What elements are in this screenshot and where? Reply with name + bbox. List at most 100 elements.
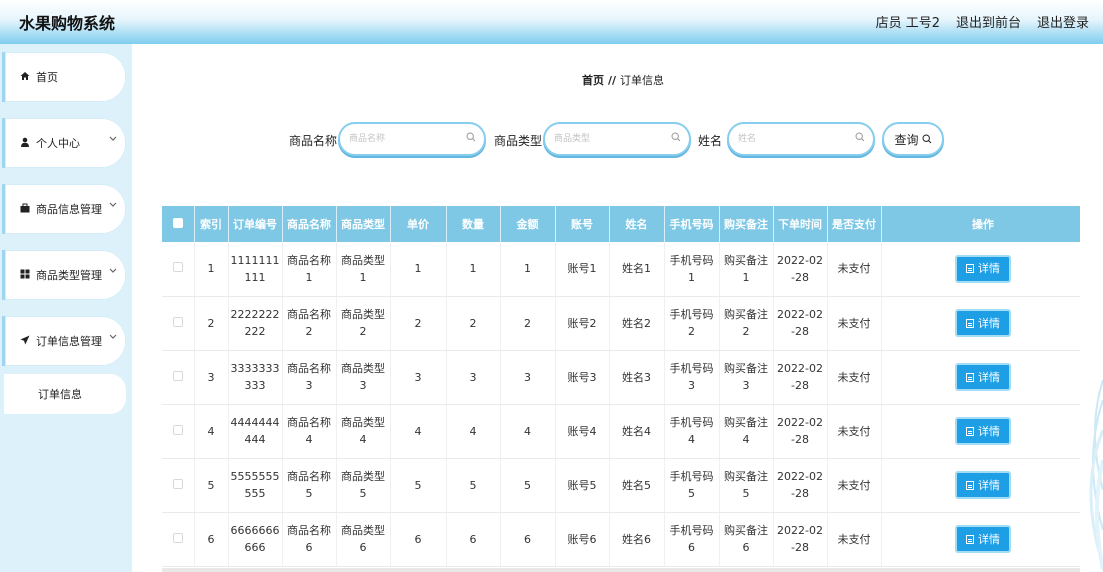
table-cell: 未支付 — [827, 350, 882, 405]
order-number: 666 — [244, 541, 266, 554]
product-name: 商品名称 — [287, 470, 331, 483]
order-time: 2022-02 — [777, 308, 823, 321]
detail-button[interactable]: 详情 — [955, 417, 1011, 445]
person-name-input[interactable] — [738, 130, 848, 148]
table-cell — [162, 296, 195, 351]
sidebar-item-order-info[interactable]: 订单信息管理 — [2, 316, 126, 366]
row-checkbox[interactable] — [172, 478, 183, 489]
table-cell: 2 — [446, 296, 501, 351]
table-cell: 姓名2 — [609, 296, 665, 351]
quantity: 3 — [469, 370, 477, 384]
sidebar-item-product-info[interactable]: 商品信息管理 — [2, 184, 126, 234]
table-cell: 未支付 — [827, 296, 882, 351]
product-name: 商品名称 — [287, 308, 331, 321]
table-cell: 商品类型 6 — [336, 512, 391, 567]
phone-number: 1 — [688, 270, 695, 284]
breadcrumb-home[interactable]: 首页 — [582, 74, 604, 87]
table-cell: 2022-02 -28 — [773, 350, 828, 405]
select-all-checkbox[interactable] — [172, 217, 183, 228]
row-index: 3 — [207, 370, 215, 384]
home-icon — [19, 71, 31, 84]
sidebar-item-label: 首页 — [36, 71, 58, 84]
sidebar-item-home[interactable]: 首页 — [2, 52, 126, 102]
product-type-label: 商品类型 — [494, 134, 543, 148]
unit-price: 1 — [414, 262, 422, 276]
product-type: 商品类型 — [341, 253, 385, 267]
table-cell: 5 — [446, 458, 501, 513]
detail-button[interactable]: 详情 — [955, 363, 1011, 391]
table-cell: 2022-02 -28 — [773, 404, 828, 459]
table-cell: 详情 — [881, 296, 1080, 351]
row-checkbox[interactable] — [172, 370, 183, 381]
table-cell: 1 — [194, 242, 229, 297]
sidebar-item-product-type[interactable]: 商品类型管理 — [2, 250, 126, 300]
chevron-down-icon — [109, 135, 117, 145]
column-header: 操作 — [881, 206, 1080, 242]
account: 账号2 — [567, 316, 597, 330]
table-cell: 未支付 — [827, 404, 882, 459]
product-name: 3 — [305, 379, 313, 392]
row-checkbox[interactable] — [172, 532, 183, 543]
column-header: 数量 — [446, 206, 501, 242]
quantity: 6 — [469, 532, 477, 546]
app-title: 水果购物系统 — [19, 14, 116, 33]
order-time: -28 — [791, 270, 809, 284]
table-cell: 姓名1 — [609, 242, 665, 297]
table-cell: 3 — [446, 350, 501, 405]
table-cell: 手机号码 3 — [664, 350, 720, 405]
row-checkbox[interactable] — [172, 424, 183, 435]
document-icon — [966, 372, 974, 382]
table-cell: 2222222 222 — [228, 296, 283, 351]
search-icon — [855, 132, 865, 142]
table-cell: 6 — [390, 512, 447, 567]
table-cell: 3 — [500, 350, 556, 405]
detail-button[interactable]: 详情 — [955, 471, 1011, 499]
detail-button[interactable]: 详情 — [955, 309, 1011, 337]
row-checkbox[interactable] — [172, 316, 183, 327]
amount: 3 — [524, 370, 531, 384]
order-number: 333 — [244, 379, 266, 392]
table-cell: 商品名称 6 — [282, 512, 337, 567]
table-row: 6 6666666 666 商品名称 6 商品类型 6 6 6 6 账号6 姓名6 手机号码 6 购买备注 6… — [162, 512, 1080, 567]
table-cell — [162, 458, 195, 513]
product-type: 商品类型 — [341, 362, 385, 375]
table-cell: 购买备注 5 — [719, 458, 774, 513]
table-header-row: 索引 订单编号 商品名称 商品类型 单价 数量 金额 账号 姓名 手机号码 购买… — [162, 206, 1080, 242]
sidebar-item-profile[interactable]: 个人中心 — [2, 118, 126, 168]
row-checkbox[interactable] — [172, 262, 183, 273]
detail-button[interactable]: 详情 — [955, 525, 1011, 553]
document-icon — [966, 480, 974, 490]
order-time: -28 — [791, 487, 809, 500]
select-all-cell — [162, 206, 195, 242]
table-cell: 商品类型 4 — [336, 404, 391, 459]
column-header: 账号 — [555, 206, 610, 242]
back-to-front-link[interactable]: 退出到前台 — [956, 12, 1021, 31]
table-cell: 未支付 — [827, 458, 882, 513]
quantity: 1 — [469, 262, 477, 276]
purchase-note: 购买备注 — [724, 416, 768, 429]
phone-number: 3 — [688, 379, 695, 392]
logout-link[interactable]: 退出登录 — [1037, 12, 1089, 31]
table-cell: 手机号码 2 — [664, 296, 720, 351]
product-name: 商品名称 — [287, 253, 331, 267]
detail-button[interactable]: 详情 — [955, 254, 1011, 283]
query-button[interactable]: 查询 — [882, 122, 944, 156]
product-name: 4 — [305, 433, 313, 446]
table-cell: 3333333 333 — [228, 350, 283, 405]
product-type: 4 — [359, 433, 367, 446]
search-icon — [921, 134, 931, 144]
order-number: 555 — [244, 487, 266, 500]
chevron-down-icon — [109, 201, 117, 211]
table-cell: 姓名6 — [609, 512, 665, 567]
search-icon — [671, 132, 681, 142]
product-type-input[interactable] — [554, 130, 664, 148]
horizontal-scrollbar[interactable] — [162, 568, 1080, 572]
sidebar-subitem-orders[interactable]: 订单信息 — [4, 374, 126, 414]
table-cell: 1 — [500, 242, 556, 297]
breadcrumb-current: 订单信息 — [620, 74, 665, 87]
payment-status: 未支付 — [837, 424, 871, 438]
document-icon — [966, 534, 974, 544]
product-name: 1 — [305, 270, 313, 284]
product-name-input[interactable] — [349, 130, 459, 148]
unit-price: 2 — [414, 316, 422, 330]
